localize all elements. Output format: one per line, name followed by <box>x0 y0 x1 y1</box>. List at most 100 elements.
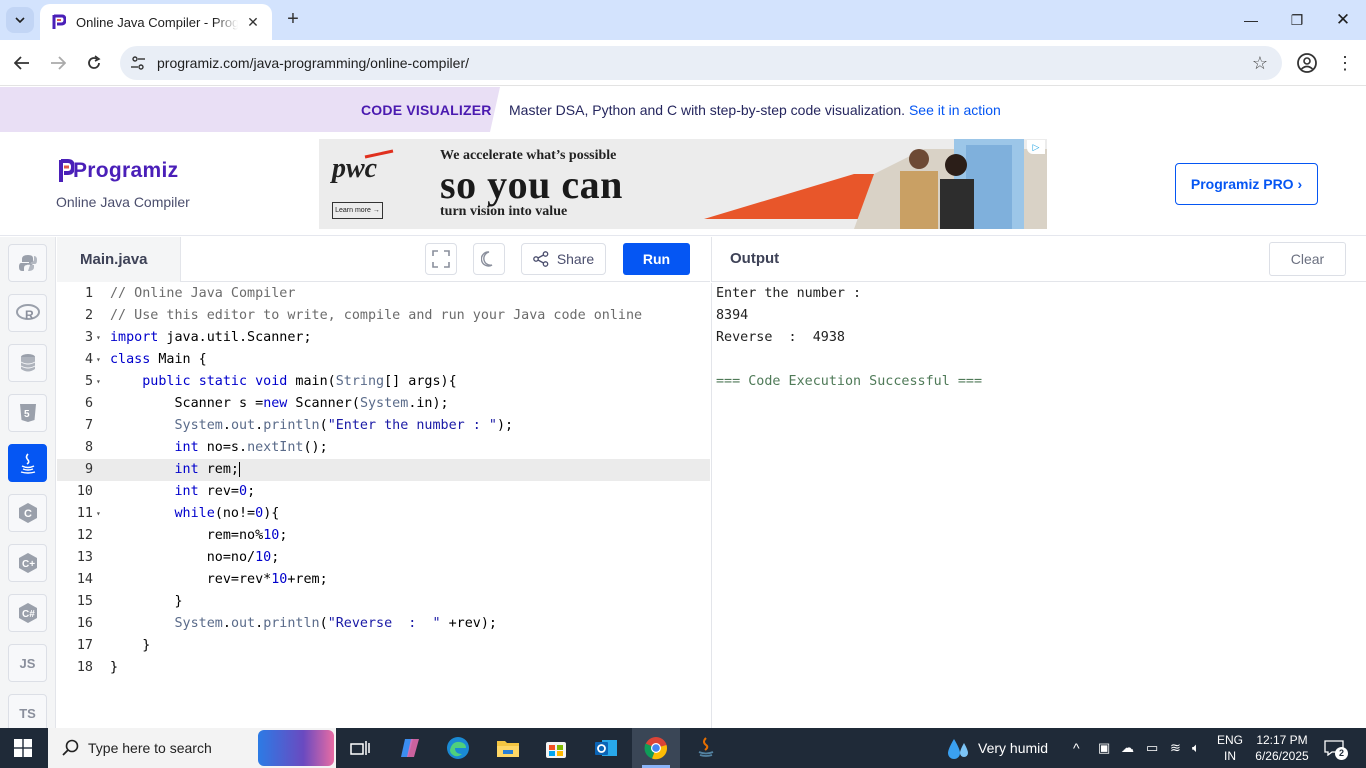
code-line[interactable]: 1 // Online Java Compiler <box>57 283 710 305</box>
run-button[interactable]: Run <box>623 243 690 275</box>
battery-icon[interactable]: ▭ <box>1146 740 1158 756</box>
code-line[interactable]: 15 } <box>57 591 710 613</box>
fullscreen-icon[interactable] <box>425 243 457 275</box>
kebab-menu-icon[interactable]: ⋮ <box>1336 52 1354 74</box>
reload-icon[interactable] <box>81 50 107 76</box>
notification-icon[interactable]: 2 <box>1324 740 1348 760</box>
advertisement[interactable]: pwc Learn more → We accelerate what’s po… <box>319 139 1047 229</box>
language-top[interactable]: ENG <box>1216 733 1244 747</box>
editor-toolbar: Main.java Share Run <box>57 237 710 282</box>
file-tab[interactable]: Main.java <box>57 237 181 282</box>
ad-line2: so you can <box>440 162 623 207</box>
python-icon[interactable] <box>8 244 47 282</box>
r-icon[interactable]: R <box>8 294 47 332</box>
tab-search-icon[interactable] <box>6 7 34 33</box>
forward-icon[interactable] <box>45 50 71 76</box>
language-bottom[interactable]: IN <box>1216 749 1244 763</box>
store-icon[interactable] <box>532 728 580 768</box>
fold-arrow-icon[interactable]: ▾ <box>96 371 101 393</box>
code-editor[interactable]: 1 // Online Java Compiler 2 // Use this edi… <box>57 283 710 728</box>
fold-arrow-icon[interactable]: ▾ <box>96 349 101 371</box>
site-settings-icon[interactable] <box>130 55 146 71</box>
browser-tab[interactable]: Online Java Compiler - Programiz ✕ <box>40 4 272 40</box>
clock-date[interactable]: 6/26/2025 <box>1250 749 1314 763</box>
code-line[interactable]: 18} <box>57 657 710 679</box>
dark-mode-icon[interactable] <box>473 243 505 275</box>
address-bar[interactable]: programiz.com/java-programming/online-co… <box>120 46 1282 80</box>
code-line[interactable]: 10 int rev=0; <box>57 481 710 503</box>
outlook-icon[interactable] <box>582 728 630 768</box>
sql-icon[interactable] <box>8 344 47 382</box>
js-icon[interactable]: JS <box>8 644 47 682</box>
line-number: 9 <box>84 462 93 477</box>
code-line[interactable]: 14 rev=rev*10+rem; <box>57 569 710 591</box>
chrome-icon[interactable] <box>632 728 680 768</box>
c-icon[interactable]: C <box>8 494 47 532</box>
code-line[interactable]: 2 // Use this editor to write, compile an… <box>57 305 710 327</box>
windows-start-icon[interactable] <box>14 739 32 757</box>
volume-icon[interactable]: 🔈︎ <box>1192 740 1200 756</box>
weather-text[interactable]: Very humid <box>978 740 1048 756</box>
code-line[interactable]: 7 System.out.println("Enter the number :… <box>57 415 710 437</box>
promo-link[interactable]: See it in action <box>909 102 1001 118</box>
task-view-icon[interactable] <box>336 728 384 768</box>
edge-icon[interactable] <box>434 728 482 768</box>
code-line[interactable]: 6 Scanner s =new Scanner(System.in); <box>57 393 710 415</box>
file-explorer-icon[interactable] <box>484 728 532 768</box>
programiz-pro-button[interactable]: Programiz PRO › <box>1175 163 1318 205</box>
code-text: class Main { <box>110 352 207 367</box>
meet-now-icon[interactable]: ▣ <box>1098 740 1110 756</box>
ad-learn-more[interactable]: Learn more → <box>332 202 383 219</box>
code-line[interactable]: 5 ▾ public static void main(String[] args… <box>57 371 710 393</box>
minimize-icon[interactable]: — <box>1228 8 1274 32</box>
line-number: 8 <box>84 440 93 455</box>
back-icon[interactable] <box>9 50 35 76</box>
onedrive-icon[interactable]: ☁ <box>1121 740 1134 756</box>
java-icon[interactable] <box>8 444 47 482</box>
plus-icon[interactable]: + <box>282 8 304 30</box>
wifi-icon[interactable]: ≋ <box>1170 740 1181 756</box>
fold-arrow-icon[interactable]: ▾ <box>96 503 101 525</box>
taskbar-search[interactable]: Type here to search <box>48 728 336 768</box>
restore-icon[interactable]: ❐ <box>1274 8 1320 32</box>
code-line[interactable]: 11 ▾ while(no!=0){ <box>57 503 710 525</box>
star-icon[interactable]: ☆ <box>1252 53 1268 74</box>
weather-humid-icon[interactable] <box>946 737 972 761</box>
line-number: 4 <box>84 352 93 367</box>
output-line: === Code Execution Successful === <box>716 374 983 389</box>
close-icon[interactable]: ✕ <box>244 14 262 31</box>
html-icon[interactable]: 5 <box>8 394 47 432</box>
ts-icon[interactable]: TS <box>8 694 47 732</box>
profile-icon[interactable] <box>1296 52 1318 74</box>
language-rail: R 5 C C+ C# JS TS <box>0 237 56 732</box>
code-line[interactable]: 4 ▾ class Main { <box>57 349 710 371</box>
code-line[interactable]: 9 int rem; <box>57 459 710 481</box>
share-button[interactable]: Share <box>521 243 606 275</box>
programiz-logo[interactable]: Programiz <box>58 158 178 184</box>
java-app-icon[interactable] <box>682 728 730 768</box>
code-line[interactable]: 17 } <box>57 635 710 657</box>
code-text: int rem; <box>174 461 240 477</box>
copilot-icon[interactable] <box>386 728 434 768</box>
code-line[interactable]: 16 System.out.println("Reverse : " +rev)… <box>57 613 710 635</box>
code-line[interactable]: 3 ▾ import java.util.Scanner; <box>57 327 710 349</box>
chevron-up-icon[interactable]: ^ <box>1073 740 1080 756</box>
code-text: // Use this editor to write, compile and… <box>110 308 643 323</box>
clock-time[interactable]: 12:17 PM <box>1250 733 1314 747</box>
svg-text:5: 5 <box>24 409 30 420</box>
code-text: Scanner s =new Scanner(System.in); <box>110 396 449 411</box>
code-line[interactable]: 12 rem=no%10; <box>57 525 710 547</box>
code-text: // Online Java Compiler <box>110 286 296 301</box>
cpp-icon[interactable]: C+ <box>8 544 47 582</box>
adchoices-icon[interactable]: ▷ <box>1027 140 1045 154</box>
fold-arrow-icon[interactable]: ▾ <box>96 327 101 349</box>
search-placeholder: Type here to search <box>88 740 212 756</box>
close-window-icon[interactable]: ✕ <box>1320 8 1366 32</box>
logo-text: Programiz <box>73 159 179 182</box>
code-text: } <box>110 594 183 609</box>
share-label: Share <box>556 251 595 267</box>
code-line[interactable]: 8 int no=s.nextInt(); <box>57 437 710 459</box>
csharp-icon[interactable]: C# <box>8 594 47 632</box>
code-line[interactable]: 13 no=no/10; <box>57 547 710 569</box>
clear-button[interactable]: Clear <box>1269 242 1346 276</box>
